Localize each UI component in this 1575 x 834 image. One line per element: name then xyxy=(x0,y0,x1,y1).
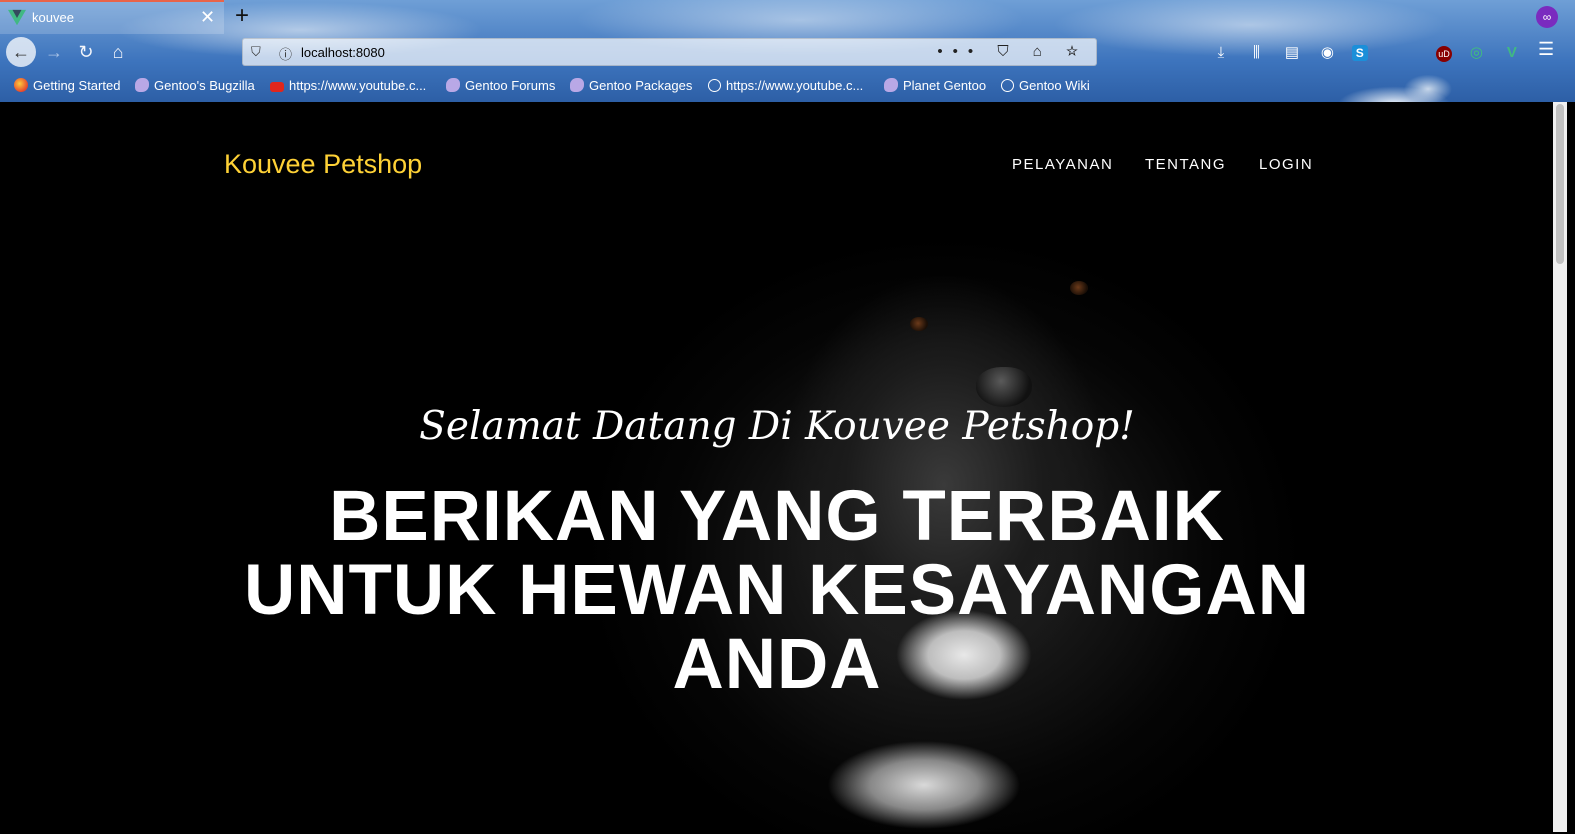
globe-icon xyxy=(1001,79,1014,92)
tab-bar: kouvee ✕ + ∞ xyxy=(0,0,1575,34)
hero-lead-in: Selamat Datang Di Kouvee Petshop! xyxy=(419,404,1135,449)
gentoo-icon xyxy=(570,78,584,92)
youtube-icon xyxy=(270,82,284,92)
nav-link-login[interactable]: LOGIN xyxy=(1259,156,1313,173)
gentoo-icon xyxy=(884,78,898,92)
firefox-icon xyxy=(14,78,28,92)
url-text[interactable]: localhost:8080 xyxy=(301,45,385,60)
download-icon[interactable]: ⤓ xyxy=(1210,42,1232,64)
brand-logo-link[interactable]: Kouvee Petshop xyxy=(224,149,422,180)
bookmark-getting-started[interactable]: Getting Started xyxy=(14,78,120,96)
url-bar[interactable]: ⛉ ⓘ localhost:8080 ••• ⛉ ⌂ ☆ xyxy=(242,38,1097,66)
tab-kouvee[interactable]: kouvee ✕ xyxy=(0,0,224,34)
hero-heading-line-3: ANDA xyxy=(672,625,882,704)
dog-nose xyxy=(976,367,1032,407)
home-icon[interactable]: ⌂ xyxy=(104,38,132,66)
tracking-shield-icon[interactable]: ⛉ xyxy=(251,44,261,60)
vue-favicon-icon xyxy=(8,9,26,26)
bookmark-planet-gentoo[interactable]: Planet Gentoo xyxy=(884,78,986,96)
toolbar-icons: ⤓ ⫼ ▤ ◉ S xyxy=(1210,42,1377,64)
bookmark-gentoo-forums[interactable]: Gentoo Forums xyxy=(446,78,555,96)
sidebar-icon[interactable]: ▤ xyxy=(1281,42,1303,64)
hero-heading-line-1: BERIKAN YANG TERBAIK xyxy=(329,477,1225,556)
gentoo-icon xyxy=(135,78,149,92)
extension-s-icon[interactable]: S xyxy=(1351,45,1368,61)
site-info-icon[interactable]: ⓘ xyxy=(279,44,292,63)
bookmark-gentoo-packages[interactable]: Gentoo Packages xyxy=(570,78,692,96)
dog-eye-right xyxy=(1070,281,1088,295)
hero-heading-line-2: UNTUK HEWAN KESAYANGAN xyxy=(243,551,1311,630)
forward-icon[interactable]: → xyxy=(40,38,68,66)
private-browsing-icon: ∞ xyxy=(1536,6,1558,28)
bookmark-gentoo-wiki[interactable]: Gentoo Wiki xyxy=(1001,78,1090,96)
page-viewport: Kouvee Petshop PELAYANAN TENTANG LOGIN S… xyxy=(1,102,1553,832)
dog-eye-left xyxy=(910,317,928,331)
bookmark-youtube-2[interactable]: https://www.youtube.c... xyxy=(708,78,863,96)
extension-vue-icon[interactable]: V xyxy=(1501,42,1523,64)
page-actions[interactable]: ••• ⛉ ⌂ ☆ xyxy=(937,43,1088,60)
nav-link-pelayanan[interactable]: PELAYANAN xyxy=(1012,156,1113,173)
back-icon[interactable]: ← xyxy=(6,37,36,67)
gentoo-icon xyxy=(446,78,460,92)
bookmark-youtube-1[interactable]: https://www.youtube.c... xyxy=(270,78,426,96)
scrollbar-thumb[interactable] xyxy=(1556,104,1564,264)
new-tab-button[interactable]: + xyxy=(230,2,254,30)
close-tab-icon[interactable]: ✕ xyxy=(200,7,215,27)
browser-chrome: kouvee ✕ + ∞ ← → ↻ ⌂ ⛉ ⓘ localhost:8080 … xyxy=(0,0,1575,102)
globe-icon xyxy=(708,79,721,92)
bookmark-gentoo-bugzilla[interactable]: Gentoo's Bugzilla xyxy=(135,78,255,96)
tab-title: kouvee xyxy=(32,10,74,25)
navigation-toolbar: ← → ↻ ⌂ ⛉ ⓘ localhost:8080 ••• ⛉ ⌂ ☆ ⤓ ⫼… xyxy=(0,34,1575,102)
nav-link-tentang[interactable]: TENTANG xyxy=(1145,156,1226,173)
library-icon[interactable]: ⫼ xyxy=(1245,42,1267,64)
menu-hamburger-icon[interactable]: ☰ xyxy=(1538,39,1554,60)
extension-sync-icon[interactable]: ◎ xyxy=(1465,42,1487,64)
account-icon[interactable]: ◉ xyxy=(1316,42,1338,64)
extension-icons: uD ◎ V xyxy=(1436,42,1532,64)
reload-icon[interactable]: ↻ xyxy=(72,38,100,66)
bookmarks-toolbar: Getting Started Gentoo's Bugzilla https:… xyxy=(0,74,1575,100)
extension-ublock-icon[interactable]: uD xyxy=(1436,46,1452,62)
vertical-scrollbar[interactable] xyxy=(1553,102,1567,832)
hero-heading: BERIKAN YANG TERBAIK UNTUK HEWAN KESAYAN… xyxy=(231,480,1323,702)
